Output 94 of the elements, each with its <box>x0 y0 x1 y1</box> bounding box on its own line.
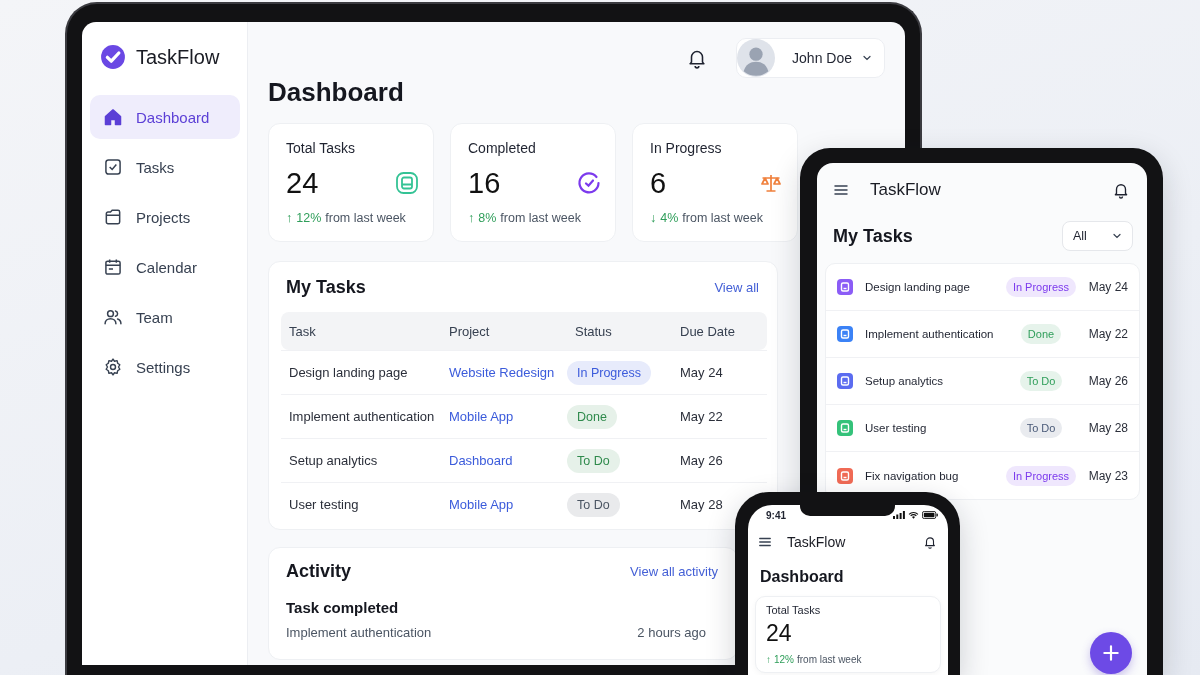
due-date: May 22 <box>1087 327 1128 341</box>
card-title: Activity <box>286 560 352 582</box>
activity-detail: Implement authentication <box>286 624 432 642</box>
task-name: Implement authentication <box>865 328 994 340</box>
project-link[interactable]: Mobile App <box>449 409 514 424</box>
signal-icon <box>893 511 905 519</box>
stat-label: Total Tasks <box>766 603 821 617</box>
task-name-cell: Setup analytics <box>289 453 378 468</box>
change-caption: from last week <box>325 211 406 225</box>
status-badge: Done <box>567 404 617 429</box>
app-name: TaskFlow <box>787 534 846 550</box>
task-name: User testing <box>865 422 927 434</box>
activity-time: 2 hours ago <box>637 624 706 642</box>
page-title: Dashboard <box>760 567 844 587</box>
status-badge: To Do <box>1019 418 1063 438</box>
nav-item[interactable]: Tasks <box>90 145 240 189</box>
stat-label: Total Tasks <box>286 139 355 157</box>
battery-icon <box>922 511 938 519</box>
app-name: TaskFlow <box>136 45 220 69</box>
due-date: May 26 <box>1087 374 1128 388</box>
due-date: May 28 <box>1087 421 1128 435</box>
change-percent: 12% <box>296 211 322 225</box>
trend-arrow: ↑ <box>468 211 475 225</box>
due-date-cell: May 26 <box>680 453 723 468</box>
status-time: 9:41 <box>766 509 786 521</box>
task-name-cell: Implement authentication <box>289 409 435 424</box>
stat-label: In Progress <box>650 139 722 157</box>
bell-icon[interactable] <box>1112 181 1130 199</box>
people-icon <box>103 307 123 327</box>
task-name: Fix navigation bug <box>865 469 959 482</box>
nav-item[interactable]: Dashboard <box>90 95 240 139</box>
check-circle-logo-icon <box>100 44 126 70</box>
card-title: My Tasks <box>286 276 366 298</box>
status-badge: Done <box>1020 324 1062 344</box>
change-caption: from last week <box>682 211 763 225</box>
avatar-icon <box>737 39 776 77</box>
trend-arrow: ↑ <box>766 653 771 665</box>
column-header: Status <box>575 323 612 339</box>
stat-value: 24 <box>286 166 319 200</box>
change-percent: 12% <box>774 653 794 665</box>
stat-value: 6 <box>650 166 667 200</box>
gear-icon <box>103 357 123 377</box>
status-badge: To Do <box>1019 371 1063 391</box>
task-name: Setup analytics <box>865 375 943 387</box>
folder-icon <box>103 207 123 227</box>
activity-title: Task completed <box>286 599 399 617</box>
nav-item[interactable]: Projects <box>90 195 240 239</box>
page-title: Dashboard <box>268 76 404 108</box>
trend-arrow: ↑ <box>286 211 293 225</box>
status-badge: In Progress <box>1005 277 1077 297</box>
status-badge: To Do <box>567 448 620 473</box>
task-name-cell: User testing <box>289 497 359 512</box>
checkbox-icon <box>103 157 123 177</box>
section-title: My Tasks <box>833 225 913 247</box>
due-date-cell: May 24 <box>680 365 723 380</box>
column-header: Due Date <box>680 323 735 339</box>
due-date: May 23 <box>1087 468 1128 483</box>
bell-icon[interactable] <box>923 535 937 549</box>
menu-icon[interactable] <box>833 182 849 198</box>
wifi-icon <box>908 511 919 519</box>
due-date: May 24 <box>1087 280 1128 294</box>
column-header: Project <box>449 323 490 339</box>
nav-item[interactable]: Team <box>90 295 240 339</box>
trend-arrow: ↓ <box>650 211 657 225</box>
view-all-link[interactable]: View all <box>714 279 759 295</box>
task-name-cell: Design landing page <box>289 365 408 380</box>
stat-label: Completed <box>468 139 536 157</box>
status-badge: To Do <box>567 492 620 517</box>
project-link[interactable]: Dashboard <box>449 453 513 468</box>
menu-icon[interactable] <box>758 535 772 549</box>
change-percent: 4% <box>660 211 679 225</box>
add-button[interactable] <box>1090 632 1132 674</box>
change-caption: from last week <box>500 211 581 225</box>
nav-item[interactable]: Calendar <box>90 245 240 289</box>
user-menu-button[interactable]: John Doe <box>736 38 885 78</box>
project-link[interactable]: Mobile App <box>449 497 514 512</box>
calendar-icon <box>103 257 123 277</box>
due-date-cell: May 22 <box>680 409 723 424</box>
app-name: TaskFlow <box>870 180 941 200</box>
project-link[interactable]: Website Redesign <box>449 365 555 380</box>
status-badge: In Progress <box>1005 465 1077 486</box>
plus-icon <box>1101 643 1121 663</box>
filter-dropdown[interactable]: All <box>1062 221 1133 251</box>
stat-value: 16 <box>468 166 501 200</box>
nav-item[interactable]: Settings <box>90 345 240 389</box>
status-badge: In Progress <box>567 360 651 385</box>
change-percent: 8% <box>478 211 497 225</box>
house-icon <box>103 107 123 127</box>
task-name: Design landing page <box>865 281 970 293</box>
change-caption: from last week <box>797 653 862 665</box>
view-all-activity-link[interactable]: View all activity <box>630 563 718 579</box>
due-date-cell: May 28 <box>680 497 723 512</box>
stat-value: 24 <box>766 620 792 646</box>
column-header: Task <box>289 323 316 339</box>
